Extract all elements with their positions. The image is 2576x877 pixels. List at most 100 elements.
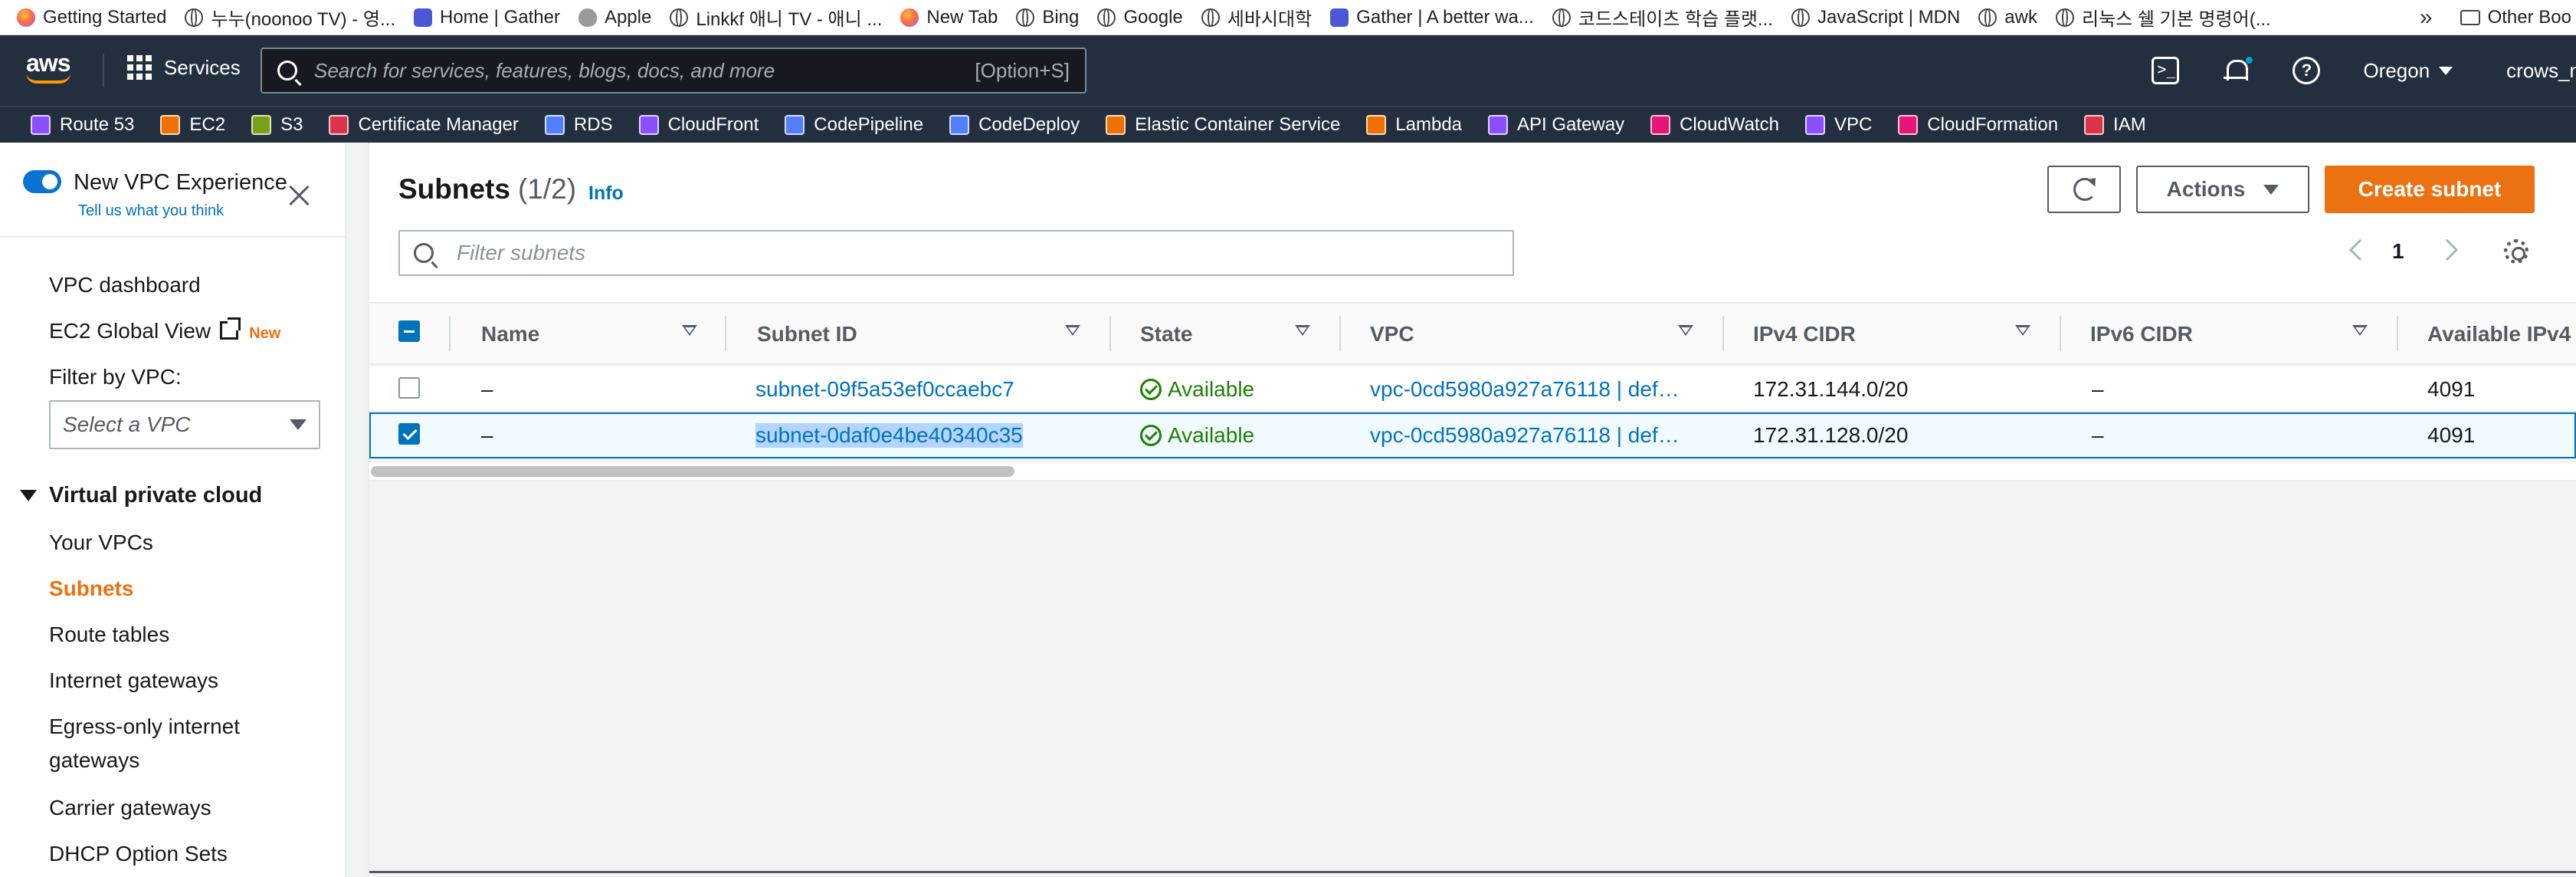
cloudshell-icon[interactable] <box>2152 57 2180 84</box>
sidebar-item-ec2-global-view[interactable]: EC2 Global View New <box>49 317 280 343</box>
iam-icon <box>2084 114 2105 135</box>
cell-subnet-id-link[interactable]: subnet-09f5a53ef0ccaebc7 <box>755 377 1014 402</box>
favorite-codedeploy[interactable]: CodeDeploy <box>949 114 1080 136</box>
aws-logo[interactable]: aws <box>26 49 80 92</box>
favorite-cloudformation[interactable]: CloudFormation <box>1898 114 2058 136</box>
sort-icon[interactable] <box>2015 325 2030 336</box>
scrollbar-thumb[interactable] <box>371 466 1014 477</box>
favorite-codepipeline[interactable]: CodePipeline <box>785 114 923 136</box>
select-all-checkbox[interactable] <box>398 320 420 342</box>
external-link-icon <box>220 317 241 340</box>
bookmark-item[interactable]: New Tab <box>900 7 998 28</box>
column-header-state[interactable]: State <box>1140 322 1192 347</box>
favorite-certificate-manager[interactable]: Certificate Manager <box>329 114 519 136</box>
sidebar-item-internet-gateways[interactable]: Internet gateways <box>49 668 218 693</box>
split-panel-divider[interactable] <box>369 871 2576 873</box>
bookmark-item[interactable]: 세바시대학 <box>1201 4 1312 31</box>
vpc-icon <box>1804 114 1825 135</box>
cell-subnet-id-link[interactable]: subnet-0daf0e4be40340c35 <box>755 423 1023 448</box>
bookmark-item[interactable]: 코드스테이츠 학습 플랫... <box>1552 4 1773 31</box>
cell-ipv6-cidr: – <box>2092 423 2104 447</box>
sidebar-item-egress-only-internet-gateways-line2[interactable]: gateways <box>49 748 139 773</box>
sort-icon[interactable] <box>1065 325 1080 336</box>
globe-icon <box>2055 8 2074 27</box>
bookmark-item[interactable]: JavaScript | MDN <box>1791 7 1960 28</box>
column-separator <box>1722 316 1724 351</box>
vpc-filter-select[interactable]: Select a VPC <box>49 400 320 449</box>
create-subnet-button[interactable]: Create subnet <box>2325 166 2535 213</box>
favorite-s3[interactable]: S3 <box>251 114 303 136</box>
bookmark-item[interactable]: Google <box>1097 7 1183 28</box>
cloudformation-icon <box>1898 114 1919 135</box>
favorite-api-gateway[interactable]: API Gateway <box>1488 114 1624 136</box>
filter-subnets-input[interactable]: Filter subnets <box>398 230 1514 276</box>
sidebar-item-dhcp-option-sets[interactable]: DHCP Option Sets <box>49 842 228 866</box>
sidebar-section-virtual-private-cloud[interactable]: Virtual private cloud <box>20 483 262 508</box>
actions-button[interactable]: Actions <box>2136 166 2309 213</box>
sort-icon[interactable] <box>1678 325 1693 336</box>
sidebar-item-route-tables[interactable]: Route tables <box>49 622 169 647</box>
bookmark-item[interactable]: Apple <box>578 7 651 28</box>
close-icon[interactable] <box>287 182 313 209</box>
feedback-link[interactable]: Tell us what you think <box>78 202 224 220</box>
bookmark-item[interactable]: 누누(noonoo TV) - 영... <box>185 4 395 31</box>
column-header-available-ipv4[interactable]: Available IPv4 <box>2427 322 2576 347</box>
sidebar-item-egress-only-internet-gateways[interactable]: Egress-only internet <box>49 714 240 739</box>
cell-vpc-link[interactable]: vpc-0cd5980a927a76118 | def… <box>1370 377 1680 402</box>
favorite-iam[interactable]: IAM <box>2084 114 2146 136</box>
search-icon <box>277 61 297 80</box>
nav-divider <box>103 54 104 87</box>
check-circle-icon <box>1140 379 1162 400</box>
globe-icon <box>185 8 204 27</box>
favorite-ec2[interactable]: EC2 <box>160 114 225 136</box>
column-header-ipv4-cidr[interactable]: IPv4 CIDR <box>1753 322 1856 347</box>
column-header-vpc[interactable]: VPC <box>1370 322 1414 347</box>
sidebar-item-carrier-gateways[interactable]: Carrier gateways <box>49 796 211 820</box>
bookmark-item[interactable]: Gather | A better wa... <box>1330 7 1534 28</box>
services-menu-button[interactable]: Services <box>127 55 241 80</box>
column-header-name[interactable]: Name <box>481 322 539 347</box>
bell-icon[interactable] <box>2222 57 2253 84</box>
cloudfront-icon <box>638 114 659 135</box>
refresh-button[interactable] <box>2047 166 2121 213</box>
bookmark-item[interactable]: 리눅스 쉘 기본 명령어(... <box>2055 4 2271 31</box>
cell-vpc-link[interactable]: vpc-0cd5980a927a76118 | def… <box>1370 423 1680 448</box>
favorite-route53[interactable]: Route 53 <box>31 114 134 136</box>
help-icon[interactable]: ? <box>2293 57 2321 84</box>
bookmark-item[interactable]: Bing <box>1016 7 1079 28</box>
row-checkbox[interactable] <box>398 377 420 399</box>
bookmark-item[interactable]: Getting Started <box>17 7 166 28</box>
sort-icon[interactable] <box>2352 325 2368 336</box>
global-search-input[interactable]: Search for services, features, blogs, do… <box>261 48 1086 94</box>
account-menu[interactable]: crows_n <box>2506 59 2576 83</box>
gear-icon[interactable] <box>2504 239 2528 264</box>
page-number[interactable]: 1 <box>2392 239 2404 264</box>
sidebar-item-your-vpcs[interactable]: Your VPCs <box>49 530 153 555</box>
favorite-vpc[interactable]: VPC <box>1804 114 1872 136</box>
sidebar-item-vpc-dashboard[interactable]: VPC dashboard <box>49 273 201 297</box>
bookmark-item[interactable]: awk <box>1978 7 2037 28</box>
sort-icon[interactable] <box>1295 325 1310 336</box>
favorite-cloudwatch[interactable]: CloudWatch <box>1650 114 1779 136</box>
column-header-ipv6-cidr[interactable]: IPv6 CIDR <box>2090 322 2193 347</box>
row-checkbox[interactable] <box>398 423 420 445</box>
codedeploy-icon <box>949 114 970 135</box>
region-selector[interactable]: Oregon <box>2363 59 2453 83</box>
column-header-subnet-id[interactable]: Subnet ID <box>757 322 857 347</box>
certificate-icon <box>329 114 349 135</box>
favorite-rds[interactable]: RDS <box>544 114 613 136</box>
globe-icon <box>1097 8 1116 27</box>
favorite-lambda[interactable]: Lambda <box>1366 114 1462 136</box>
info-link[interactable]: Info <box>588 182 624 205</box>
bookmark-item[interactable]: Home | Gather <box>413 7 560 28</box>
new-vpc-experience-toggle[interactable] <box>23 170 61 193</box>
chevron-double-right-icon[interactable]: » <box>2420 5 2433 31</box>
bookmark-item[interactable]: Linkkf 애니 TV - 애니 ... <box>670 4 882 31</box>
favorite-cloudfront[interactable]: CloudFront <box>638 114 759 136</box>
page-title: Subnets (1/2) <box>398 173 577 205</box>
sidebar-item-subnets[interactable]: Subnets <box>49 576 133 601</box>
favorite-ecs[interactable]: Elastic Container Service <box>1106 114 1340 136</box>
sort-icon[interactable] <box>682 325 697 336</box>
cell-state: Available <box>1140 423 1254 448</box>
other-bookmarks[interactable]: Other Boo <box>2488 7 2571 28</box>
